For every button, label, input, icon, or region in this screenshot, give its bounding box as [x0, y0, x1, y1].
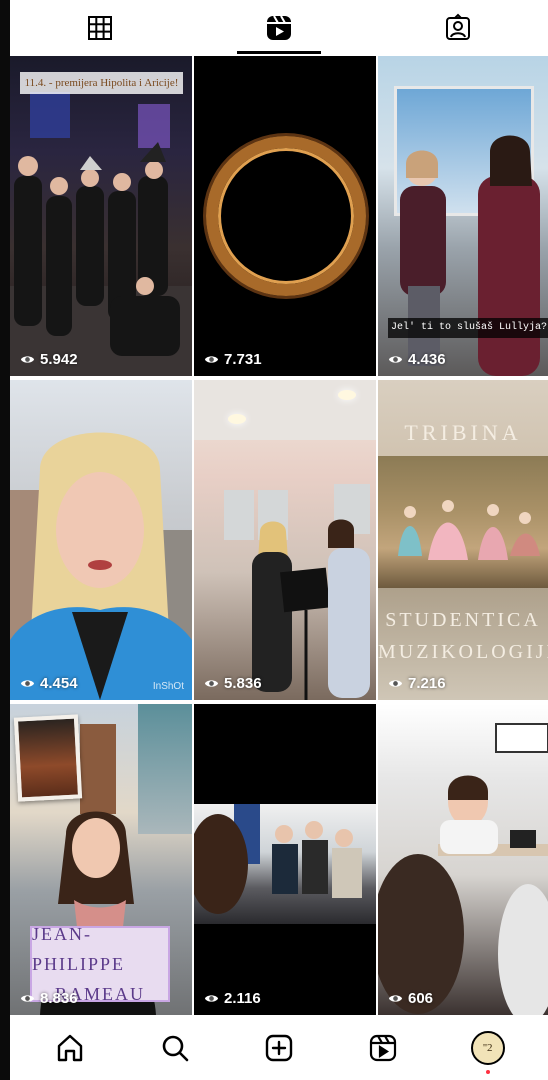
view-count-value: 7.731 — [224, 351, 262, 368]
rameau-portrait — [13, 714, 83, 802]
ceiling-lamp — [338, 390, 356, 400]
reel-thumbnail[interactable]: TRIBINA STUDENTICA MUZIKOLOGIJE 7.216 — [378, 380, 548, 700]
reel-title-text: TRIBINA — [404, 420, 522, 445]
inshot-watermark: InShOt — [152, 681, 184, 692]
ceiling-lamp — [228, 414, 246, 424]
view-count-value: 4.436 — [408, 351, 446, 368]
view-count: 4.436 — [388, 351, 446, 368]
reel-thumbnail[interactable]: 11.4. - premijera Hipolita i Aricije! 5.… — [10, 56, 192, 376]
eye-icon — [388, 356, 403, 363]
view-count-value: 7.216 — [408, 675, 446, 692]
lecture-photo — [378, 723, 548, 1015]
tab-posts-grid[interactable] — [10, 0, 189, 56]
view-count-value: 606 — [408, 990, 434, 1007]
view-count: 7.216 — [388, 675, 446, 692]
eye-icon — [388, 995, 403, 1002]
view-count-value: 2.116 — [224, 990, 261, 1007]
reel-thumbnail[interactable]: JEAN-PHILIPPE RAMEAU 8.836 — [10, 704, 192, 1015]
reel-thumbnail[interactable]: 606 — [378, 704, 548, 1015]
stage-backdrop — [30, 92, 70, 138]
subtitle-line: MUZIKOLOGIJE — [378, 641, 548, 663]
view-count-value: 8.836 — [40, 990, 78, 1007]
tab-reels[interactable] — [189, 0, 368, 56]
reel-thumbnail[interactable]: Jel' ti to slušaš Lullyja? 4.436 — [378, 56, 548, 376]
cast-group-photo — [14, 142, 180, 356]
reels-nav-button[interactable] — [361, 1026, 405, 1070]
plus-square-icon — [265, 1034, 293, 1061]
reel-thumbnail[interactable]: 5.836 — [194, 380, 376, 700]
view-count: 5.942 — [20, 351, 78, 368]
eye-icon — [20, 356, 35, 363]
profile-button[interactable]: ''2 — [466, 1026, 510, 1074]
profile-reels-screen: 11.4. - premijera Hipolita i Aricije! 5.… — [10, 0, 548, 1080]
reel-thumbnail[interactable]: 2.116 — [194, 704, 376, 1015]
reels-outline-icon — [370, 1034, 397, 1061]
home-button[interactable] — [48, 1026, 92, 1070]
eye-icon — [204, 356, 219, 363]
room-ceiling — [194, 380, 376, 440]
subtitle-line: STUDENTICA — [385, 609, 541, 631]
bottom-navigation-bar: ''2 — [10, 1015, 548, 1080]
view-count: 2.116 — [204, 990, 261, 1007]
singers-photo — [252, 519, 370, 700]
eye-icon — [204, 680, 219, 687]
reels-grid: 11.4. - premijera Hipolita i Aricije! 5.… — [10, 56, 548, 1015]
reel-subtitle-text: STUDENTICA MUZIKOLOGIJE — [378, 604, 548, 668]
notification-dot — [485, 1069, 490, 1074]
eye-icon — [388, 680, 403, 687]
eye-icon — [204, 995, 219, 1002]
avatar: ''2 — [470, 1030, 505, 1065]
reels-icon — [266, 15, 291, 40]
audience-photo — [194, 804, 376, 924]
search-icon — [162, 1035, 188, 1061]
view-count: 4.454 — [20, 675, 78, 692]
tagged-icon — [446, 13, 471, 40]
view-count-value: 5.836 — [224, 675, 262, 692]
two-people-photo — [400, 135, 540, 376]
reel-caption: Jel' ti to slušaš Lullyja? — [388, 318, 548, 338]
tab-tagged[interactable] — [369, 0, 548, 56]
view-count: 606 — [388, 990, 433, 1007]
view-count: 8.836 — [20, 990, 78, 1007]
search-button[interactable] — [153, 1026, 197, 1070]
eye-icon — [20, 680, 35, 687]
greek-key-ring-graphic — [206, 136, 366, 296]
reel-caption: 11.4. - premijera Hipolita i Aricije! — [20, 72, 183, 94]
view-count: 7.731 — [204, 351, 262, 368]
selfie-photo — [10, 432, 192, 700]
view-count-value: 4.454 — [40, 675, 78, 692]
view-count-value: 5.942 — [40, 351, 78, 368]
reel-thumbnail[interactable]: 7.731 — [194, 56, 376, 376]
rococo-painting — [378, 456, 548, 588]
building-tower — [80, 724, 116, 814]
home-icon — [57, 1034, 83, 1061]
eye-icon — [20, 995, 35, 1002]
create-post-button[interactable] — [257, 1026, 301, 1070]
name-card-line: JEAN-PHILIPPE — [32, 924, 126, 974]
reel-thumbnail[interactable]: InShOt 4.454 — [10, 380, 192, 700]
view-count: 5.836 — [204, 675, 262, 692]
grid-icon — [87, 16, 112, 40]
profile-tab-bar — [10, 0, 548, 56]
left-edge-strip — [0, 0, 10, 1080]
